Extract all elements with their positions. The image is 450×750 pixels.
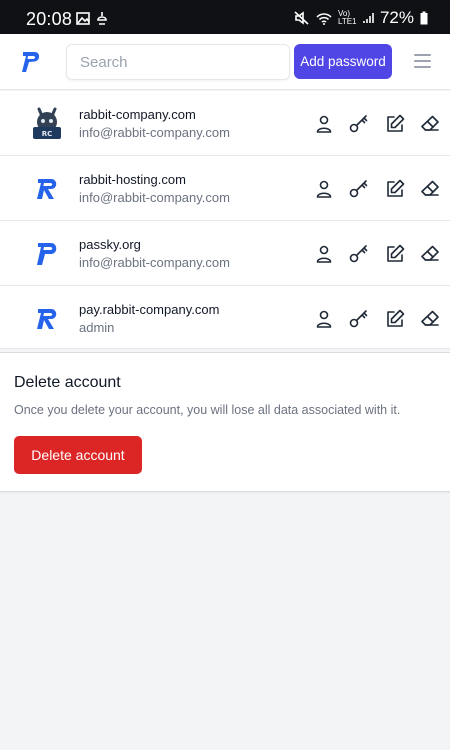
delete-icon[interactable] — [419, 113, 441, 135]
mute-icon — [294, 11, 309, 25]
app-header: Add password — [0, 34, 450, 90]
delete-account-description: Once you delete your account, you will l… — [14, 403, 401, 417]
password-row: RC rabbit-company.com info@rabbit-compan… — [0, 91, 450, 156]
add-password-button[interactable]: Add password — [294, 44, 392, 79]
battery-icon — [420, 11, 428, 25]
wifi-icon — [316, 12, 332, 25]
passky-favicon — [37, 243, 57, 265]
edit-icon[interactable] — [384, 308, 406, 330]
copy-password-icon[interactable] — [348, 178, 370, 200]
delete-account-button[interactable]: Delete account — [14, 436, 142, 474]
copy-password-icon[interactable] — [348, 243, 370, 265]
password-website: pay.rabbit-company.com — [79, 302, 220, 317]
edit-icon[interactable] — [384, 243, 406, 265]
network-label: Vo) LTE1 — [337, 9, 357, 26]
rabbit-hosting-favicon — [37, 309, 57, 329]
status-time: 20:08 — [26, 9, 73, 29]
delete-account-panel: Delete account Once you delete your acco… — [0, 352, 450, 492]
password-username: info@rabbit-company.com — [79, 125, 230, 140]
copy-username-icon[interactable] — [313, 113, 335, 135]
edit-icon[interactable] — [384, 113, 406, 135]
edit-icon[interactable] — [384, 178, 406, 200]
password-row: passky.org info@rabbit-company.com — [0, 221, 450, 286]
password-website: rabbit-hosting.com — [79, 172, 186, 187]
copy-username-icon[interactable] — [313, 243, 335, 265]
password-list: RC rabbit-company.com info@rabbit-compan… — [0, 91, 450, 349]
gallery-icon — [76, 11, 90, 25]
password-username: info@rabbit-company.com — [79, 190, 230, 205]
password-row: pay.rabbit-company.com admin — [0, 286, 450, 349]
password-website: passky.org — [79, 237, 141, 252]
passky-logo-icon[interactable] — [18, 49, 42, 75]
signal-icon — [363, 13, 374, 23]
delete-icon[interactable] — [419, 178, 441, 200]
delete-account-title: Delete account — [14, 374, 121, 391]
copy-username-icon[interactable] — [313, 178, 335, 200]
notification-icon — [97, 12, 107, 25]
delete-icon[interactable] — [419, 308, 441, 330]
copy-username-icon[interactable] — [313, 308, 335, 330]
password-row: rabbit-hosting.com info@rabbit-company.c… — [0, 156, 450, 221]
password-username: admin — [79, 320, 115, 335]
copy-password-icon[interactable] — [348, 308, 370, 330]
status-bar: 20:08 Vo) LTE1 72% — [0, 0, 450, 34]
delete-icon[interactable] — [419, 243, 441, 265]
search-input[interactable] — [66, 44, 290, 80]
hamburger-menu-icon[interactable] — [414, 54, 434, 70]
battery-percent: 72% — [379, 8, 414, 27]
copy-password-icon[interactable] — [348, 113, 370, 135]
rabbit-hosting-favicon — [37, 179, 57, 199]
rabbit-company-favicon: RC — [33, 107, 61, 139]
svg-text:RC: RC — [42, 130, 53, 138]
password-website: rabbit-company.com — [79, 107, 196, 122]
password-username: info@rabbit-company.com — [79, 255, 230, 270]
